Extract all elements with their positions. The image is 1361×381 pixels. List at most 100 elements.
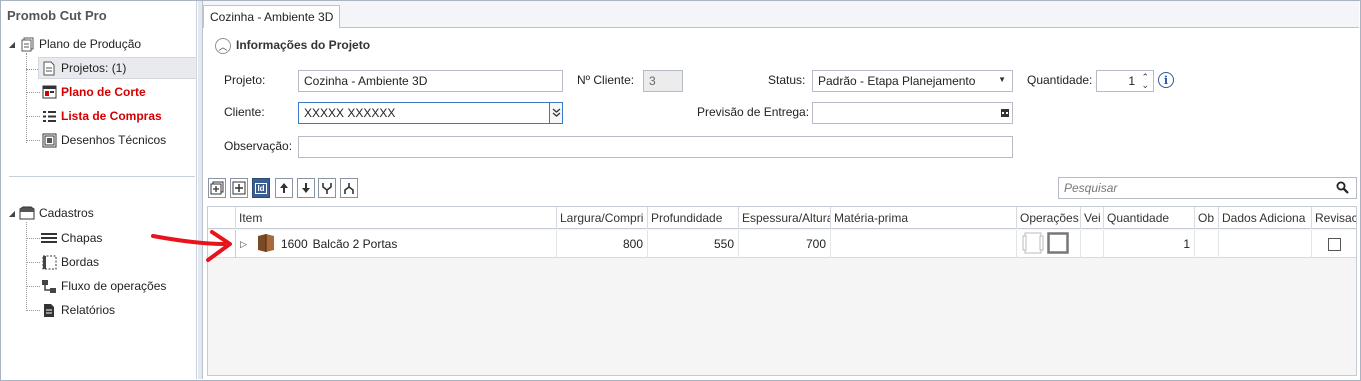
sidebar-item-label: Chapas bbox=[61, 231, 103, 245]
split-button[interactable] bbox=[340, 178, 358, 198]
double-chevron-down-icon[interactable] bbox=[549, 103, 562, 123]
cut-plan-icon bbox=[41, 84, 57, 100]
cell-width[interactable]: 800 bbox=[557, 230, 648, 258]
calendar-icon[interactable] bbox=[998, 103, 1012, 123]
sidebar-item-sheets[interactable]: Chapas bbox=[39, 228, 102, 248]
sidebar-item-edges[interactable]: Bordas bbox=[39, 252, 99, 272]
client-label: Cliente: bbox=[224, 105, 265, 119]
notes-input[interactable] bbox=[298, 136, 1013, 158]
item-code: 1600 bbox=[280, 237, 308, 251]
merge-button[interactable] bbox=[318, 178, 336, 198]
delivery-label: Previsão de Entrega: bbox=[697, 105, 810, 119]
quantity-stepper[interactable]: 1 ⌃ ⌄ bbox=[1096, 70, 1154, 92]
items-grid: Item Largura/Compri Profundidade Espessu… bbox=[207, 206, 1357, 376]
column-header-grain[interactable]: Vei bbox=[1081, 207, 1104, 229]
tree-node-production[interactable]: ◢ Plano de Produção bbox=[7, 34, 141, 54]
move-down-button[interactable] bbox=[297, 178, 315, 198]
expanded-triangle-icon[interactable]: ◢ bbox=[7, 209, 17, 218]
document-icon bbox=[41, 60, 57, 76]
app-title: Promob Cut Pro bbox=[7, 8, 107, 23]
sidebar-item-label: Bordas bbox=[61, 255, 100, 269]
column-header-material[interactable]: Matéria-prima bbox=[831, 207, 1017, 229]
add-item-button[interactable] bbox=[230, 178, 248, 198]
search-icon[interactable] bbox=[1336, 181, 1349, 197]
sidebar-item-reports[interactable]: Relatórios bbox=[39, 300, 115, 320]
sidebar-divider bbox=[9, 176, 195, 177]
cell-operations[interactable] bbox=[1017, 230, 1081, 258]
tree-node-registry[interactable]: ◢ Cadastros bbox=[7, 203, 94, 223]
section-title: Informações do Projeto bbox=[236, 38, 371, 52]
furniture-cabinet-icon bbox=[257, 233, 275, 256]
expand-row-triangle-icon[interactable]: ▷ bbox=[240, 239, 247, 250]
spinner-arrows-icon[interactable]: ⌃ ⌄ bbox=[1141, 73, 1149, 90]
client-number-label: Nº Cliente: bbox=[577, 73, 635, 87]
client-number-field: 3 bbox=[643, 70, 683, 92]
sidebar-item-projects[interactable]: Projetos: (1) bbox=[38, 57, 197, 79]
sidebar-item-label: Projetos: (1) bbox=[61, 61, 127, 75]
status-value: Padrão - Etapa Planejamento bbox=[818, 74, 976, 88]
project-name-value: Cozinha - Ambiente 3D bbox=[304, 74, 428, 88]
delivery-date-input[interactable] bbox=[812, 102, 1013, 124]
column-header-width[interactable]: Largura/Compri bbox=[557, 207, 648, 229]
cell-additional-data[interactable] bbox=[1219, 230, 1312, 258]
notes-label: Observação: bbox=[224, 139, 293, 153]
red-arrow-annotation bbox=[151, 230, 232, 262]
flow-icon bbox=[41, 278, 57, 294]
collapse-chevron-icon[interactable]: ︿ bbox=[215, 38, 231, 54]
tree-label-production: Plano de Produção bbox=[39, 37, 142, 51]
tree-label-registry: Cadastros bbox=[39, 206, 94, 220]
operation-panel-icon bbox=[1022, 232, 1044, 257]
edges-icon bbox=[41, 254, 57, 270]
status-label: Status: bbox=[768, 73, 806, 87]
search-placeholder: Pesquisar bbox=[1064, 181, 1118, 195]
cell-material[interactable] bbox=[831, 230, 1017, 258]
sidebar-item-shopping-list[interactable]: Lista de Compras bbox=[39, 106, 162, 126]
column-header-item[interactable]: Item bbox=[236, 207, 557, 229]
column-header-revision[interactable]: Revisac bbox=[1312, 207, 1356, 229]
registry-box-icon bbox=[19, 205, 35, 221]
dropdown-arrow-icon[interactable]: ▼ bbox=[998, 75, 1006, 84]
cell-depth[interactable]: 550 bbox=[648, 230, 739, 258]
sidebar-item-label: Relatórios bbox=[61, 303, 116, 317]
cell-thickness[interactable]: 700 bbox=[739, 230, 831, 258]
info-icon[interactable]: i bbox=[1158, 72, 1174, 88]
project-name-input[interactable]: Cozinha - Ambiente 3D bbox=[298, 70, 563, 92]
client-input[interactable]: XXXXX XXXXXX bbox=[298, 102, 563, 124]
column-header-thickness[interactable]: Espessura/Altura bbox=[739, 207, 831, 229]
column-header-additional-data[interactable]: Dados Adiciona bbox=[1219, 207, 1312, 229]
cell-item[interactable]: ▷ 1600 Balcão 2 Portas bbox=[236, 230, 557, 258]
move-up-button[interactable] bbox=[275, 178, 293, 198]
quantity-label: Quantidade: bbox=[1027, 73, 1093, 87]
table-row[interactable]: ▷ 1600 Balcão 2 Portas 800 550 700 1 bbox=[208, 230, 1356, 258]
search-input[interactable]: Pesquisar bbox=[1058, 177, 1357, 199]
column-header-notes[interactable]: Ob bbox=[1195, 207, 1219, 229]
sidebar-item-label: Plano de Corte bbox=[61, 85, 146, 99]
tab-project[interactable]: Cozinha - Ambiente 3D bbox=[203, 5, 341, 28]
sidebar-item-cut-plan[interactable]: Plano de Corte bbox=[39, 82, 146, 102]
client-value: XXXXX XXXXXX bbox=[304, 106, 396, 120]
grid-header: Item Largura/Compri Profundidade Espessu… bbox=[208, 207, 1356, 229]
column-header-operations[interactable]: Operações bbox=[1017, 207, 1081, 229]
technical-drawing-icon bbox=[41, 132, 57, 148]
production-plan-icon bbox=[19, 36, 35, 52]
sidebar-item-label: Fluxo de operações bbox=[61, 279, 167, 293]
sidebar-item-technical-drawings[interactable]: Desenhos Técnicos bbox=[39, 130, 166, 150]
quantity-value: 1 bbox=[1128, 74, 1135, 88]
id-toggle-button[interactable]: Id bbox=[252, 178, 270, 198]
expand-all-button[interactable] bbox=[208, 178, 226, 198]
cell-notes[interactable] bbox=[1195, 230, 1219, 258]
client-number-value: 3 bbox=[649, 74, 656, 88]
status-select[interactable]: Padrão - Etapa Planejamento ▼ bbox=[812, 70, 1013, 92]
operation-frame-icon bbox=[1047, 231, 1069, 257]
column-header-quantity[interactable]: Quantidade bbox=[1104, 207, 1195, 229]
cell-quantity[interactable]: 1 bbox=[1104, 230, 1195, 258]
item-name: Balcão 2 Portas bbox=[312, 237, 398, 251]
cell-revision[interactable] bbox=[1312, 230, 1356, 258]
expanded-triangle-icon[interactable]: ◢ bbox=[7, 40, 17, 49]
sidebar: Promob Cut Pro ◢ Plano de Produção Proje… bbox=[1, 1, 197, 379]
sheets-icon bbox=[41, 230, 57, 246]
sidebar-item-operations-flow[interactable]: Fluxo de operações bbox=[39, 276, 166, 296]
column-header-depth[interactable]: Profundidade bbox=[648, 207, 739, 229]
cell-grain[interactable] bbox=[1081, 230, 1104, 258]
revision-checkbox[interactable] bbox=[1327, 237, 1341, 251]
